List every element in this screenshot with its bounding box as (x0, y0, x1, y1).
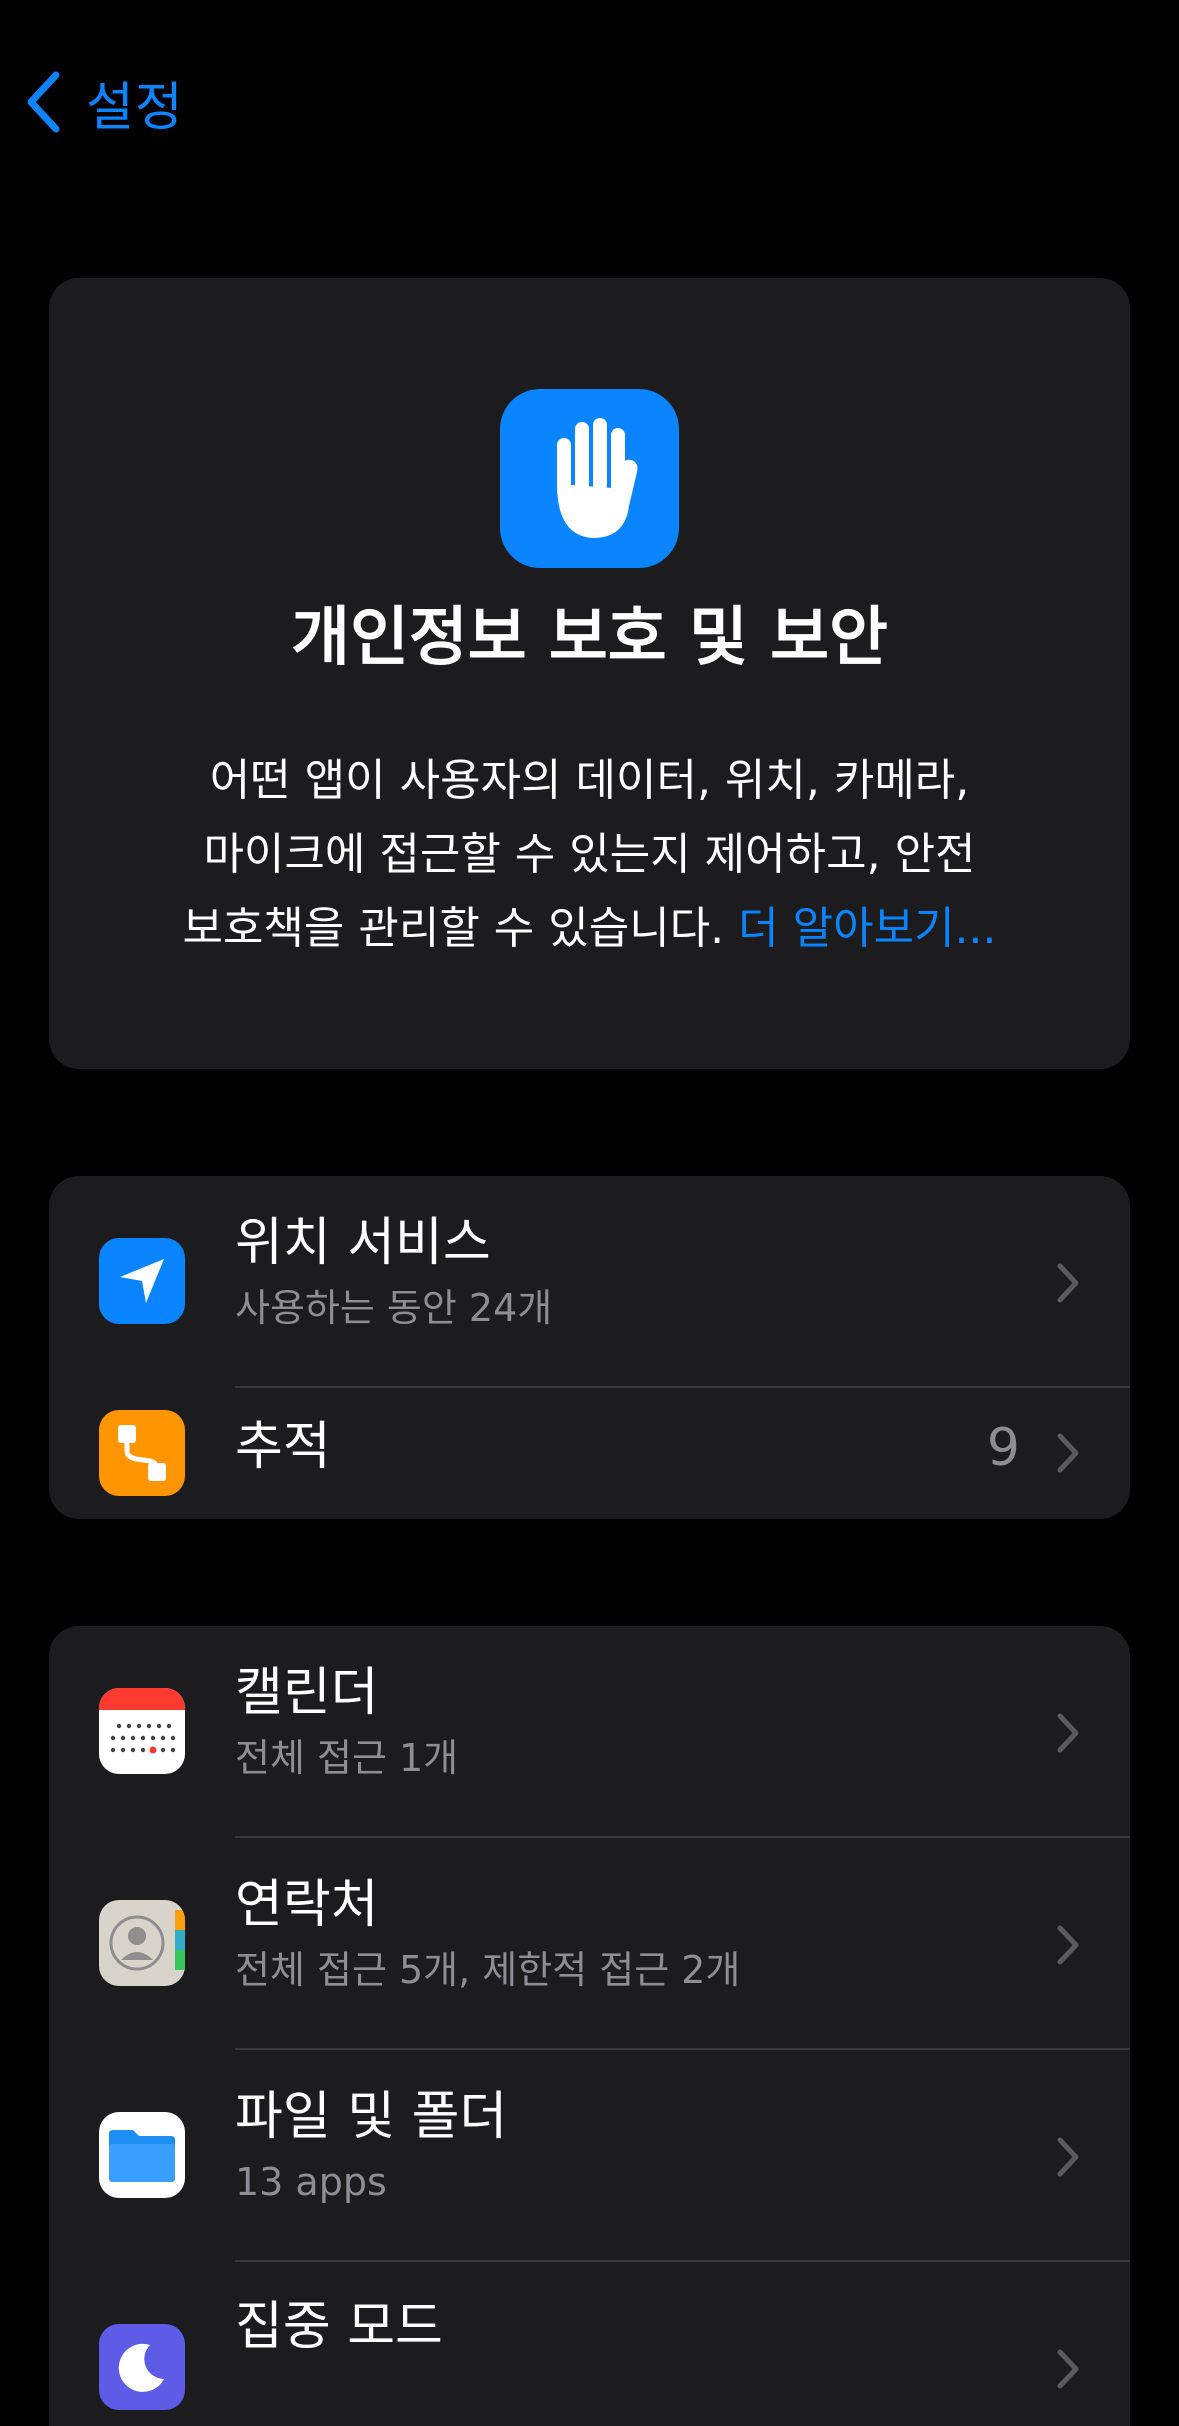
location-services-title: 위치 서비스 (235, 1213, 491, 1273)
chevron-right-icon (1057, 1263, 1079, 1303)
location-tracking-group: 위치 서비스 사용하는 동안 24개 추적 9 (49, 1176, 1130, 1519)
chevron-right-icon (1057, 2349, 1079, 2389)
calendar-icon (99, 1688, 185, 1774)
chevron-right-icon (1057, 1925, 1079, 1965)
privacy-header-card: 개인정보 보호 및 보안 어떤 앱이 사용자의 데이터, 위치, 카메라, 마이… (49, 278, 1130, 1069)
list-item-files-folders[interactable]: 파일 및 폴더 13 apps (49, 2050, 1130, 2260)
page-title: 개인정보 보호 및 보안 (291, 601, 888, 675)
app-permissions-group: 캘린더 전체 접근 1개 연락처 전체 접근 5개, 제한적 접근 2개 파일 … (49, 1626, 1130, 2426)
chevron-right-icon (1057, 1433, 1079, 1473)
location-services-subtitle: 사용하는 동안 24개 (235, 1285, 553, 1330)
calendar-subtitle: 전체 접근 1개 (235, 1735, 459, 1780)
list-item-calendar[interactable]: 캘린더 전체 접근 1개 (49, 1626, 1130, 1836)
hand-raised-icon (500, 389, 679, 568)
description-line-3: 보호책을 관리할 수 있습니다. 더 알아보기... (182, 903, 997, 954)
contacts-title: 연락처 (235, 1875, 379, 1935)
moon-icon (99, 2324, 185, 2410)
back-button-label: 설정 (86, 77, 184, 138)
tracking-icon (99, 1410, 185, 1496)
chevron-right-icon (1057, 1713, 1079, 1753)
files-folder-icon (99, 2112, 185, 2198)
list-item-focus[interactable]: 집중 모드 (49, 2262, 1130, 2426)
description-line-2: 마이크에 접근할 수 있는지 제어하고, 안전 (203, 829, 976, 880)
tracking-title: 추적 (235, 1417, 331, 1477)
contacts-subtitle: 전체 접근 5개, 제한적 접근 2개 (235, 1947, 741, 1992)
chevron-right-icon (1057, 2137, 1079, 2177)
page-description: 어떤 앱이 사용자의 데이터, 위치, 카메라, 마이크에 접근할 수 있는지 … (144, 744, 1035, 966)
navigation-bar: 설정 (0, 62, 184, 142)
files-folders-subtitle: 13 apps (235, 2159, 387, 2204)
location-arrow-icon (99, 1238, 185, 1324)
list-item-location-services[interactable]: 위치 서비스 사용하는 동안 24개 (49, 1176, 1130, 1386)
back-button[interactable]: 설정 (26, 65, 184, 140)
learn-more-link[interactable]: 더 알아보기... (738, 903, 996, 954)
tracking-count: 9 (986, 1418, 1020, 1478)
calendar-title: 캘린더 (235, 1663, 379, 1723)
focus-title: 집중 모드 (235, 2297, 443, 2357)
list-item-contacts[interactable]: 연락처 전체 접근 5개, 제한적 접근 2개 (49, 1838, 1130, 2048)
files-folders-title: 파일 및 폴더 (235, 2087, 508, 2147)
list-item-tracking[interactable]: 추적 9 (49, 1388, 1130, 1519)
contacts-icon (99, 1900, 185, 1986)
chevron-left-icon (27, 71, 60, 133)
description-line-1: 어떤 앱이 사용자의 데이터, 위치, 카메라, (209, 755, 970, 806)
